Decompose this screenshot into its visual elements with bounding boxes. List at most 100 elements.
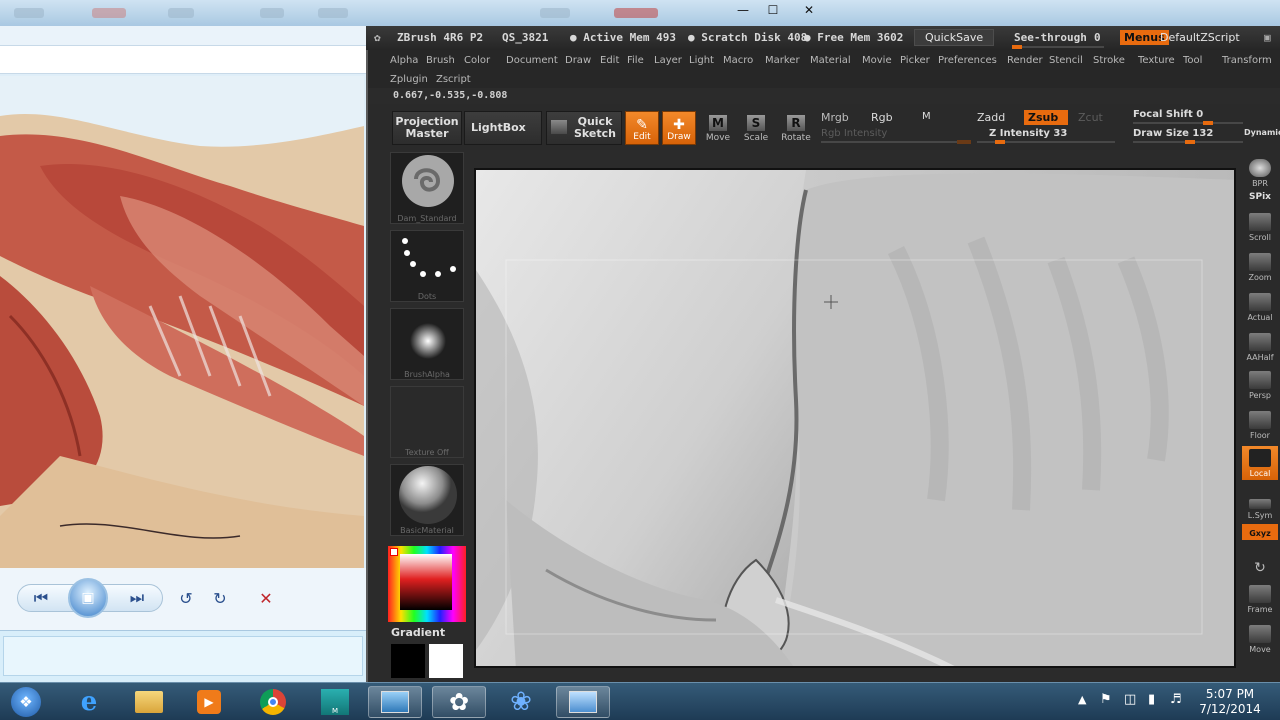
menu-item-tool[interactable]: Tool <box>1183 55 1202 66</box>
menu-item-stroke[interactable]: Stroke <box>1093 55 1125 66</box>
menu-item-material[interactable]: Material <box>810 55 851 66</box>
next-icon[interactable]: ⏭ <box>126 588 148 608</box>
previous-icon[interactable]: ⏮ <box>30 588 52 608</box>
material-selector[interactable]: BasicMaterial <box>390 464 464 536</box>
taskbar-maya[interactable]: M <box>308 686 362 718</box>
rotate-axis-button[interactable]: ↻ <box>1242 542 1278 578</box>
see-through-label[interactable]: See-through <box>1014 31 1087 44</box>
menu-item-macro[interactable]: Macro <box>723 55 753 66</box>
mrgb-button[interactable]: Mrgb <box>821 111 849 124</box>
see-through-slider[interactable] <box>1012 45 1104 49</box>
menu-item-edit[interactable]: Edit <box>600 55 619 66</box>
bpr-label: BPR <box>1252 179 1268 188</box>
menu-item-movie[interactable]: Movie <box>862 55 892 66</box>
local-button[interactable]: Local <box>1242 446 1278 480</box>
menu-item-light[interactable]: Light <box>689 55 714 66</box>
default-zscript-button[interactable]: DefaultZScript <box>1160 31 1240 44</box>
gradient-label[interactable]: Gradient <box>391 626 445 639</box>
scroll-button[interactable]: Scroll <box>1242 208 1278 244</box>
rotate-right-icon[interactable]: ↻ <box>210 588 230 608</box>
texture-selector[interactable]: Texture Off <box>390 386 464 458</box>
move-view-button[interactable]: Move <box>1242 620 1278 656</box>
secondary-color-swatch[interactable] <box>391 644 425 678</box>
bpr-button[interactable]: BPR <box>1242 154 1278 190</box>
flag-icon[interactable]: ⚑ <box>1100 692 1112 707</box>
rgb-intensity-slider[interactable]: Rgb Intensity <box>821 128 887 139</box>
lightbox-button[interactable]: LightBox <box>464 111 542 145</box>
taskbar-control-panel[interactable] <box>556 686 610 718</box>
rotate-left-icon[interactable]: ↺ <box>176 588 196 608</box>
taskbar-photo-viewer[interactable] <box>368 686 422 718</box>
slideshow-button[interactable]: ▣ <box>68 578 108 618</box>
quicksave-button[interactable]: QuickSave <box>914 29 995 46</box>
floor-button[interactable]: Floor <box>1242 406 1278 442</box>
rotate-button[interactable]: R Rotate <box>778 111 814 145</box>
taskbar-app-flower[interactable]: ❀ <box>494 686 548 718</box>
menu-item-preferences[interactable]: Preferences <box>938 55 997 66</box>
lsym-button[interactable]: L.Sym <box>1242 486 1278 522</box>
menu-item-color[interactable]: Color <box>464 55 490 66</box>
frame-button[interactable]: Frame <box>1242 580 1278 616</box>
menu-item-render[interactable]: Render <box>1007 55 1043 66</box>
menu-item-picker[interactable]: Picker <box>900 55 930 66</box>
quick-sketch-icon <box>551 120 567 134</box>
volume-icon[interactable]: ♬ <box>1170 692 1182 707</box>
aahalf-button[interactable]: AAHalf <box>1242 328 1278 364</box>
color-square[interactable] <box>400 554 452 610</box>
primary-color-swatch[interactable] <box>429 644 463 678</box>
taskbar-explorer[interactable] <box>122 686 176 718</box>
show-hidden-icons[interactable]: ▲ <box>1078 693 1086 706</box>
taskbar-chrome[interactable] <box>246 686 300 718</box>
color-picker[interactable] <box>388 546 466 622</box>
menu-item-file[interactable]: File <box>627 55 644 66</box>
menu-item-texture[interactable]: Texture <box>1138 55 1175 66</box>
rgb-button[interactable]: Rgb <box>871 111 893 124</box>
brush-selector[interactable]: Dam_Standard <box>390 152 464 224</box>
menu-item-transform[interactable]: Transform <box>1222 55 1272 66</box>
stroke-selector[interactable]: Dots <box>390 230 464 302</box>
zsub-button[interactable]: Zsub <box>1024 110 1069 125</box>
taskbar-ie[interactable]: e <box>62 686 116 718</box>
menu-item-zplugin[interactable]: Zplugin <box>390 74 428 85</box>
draw-size-slider[interactable]: Draw Size 132 <box>1133 128 1213 139</box>
move-button[interactable]: M Move <box>700 111 736 145</box>
spix-button[interactable]: SPix <box>1242 188 1278 204</box>
system-clock[interactable]: 5:07 PM 7/12/2014 <box>1188 687 1272 717</box>
sculpt-viewport[interactable] <box>474 168 1236 668</box>
delete-icon[interactable]: ✕ <box>256 588 276 608</box>
device-icon[interactable]: ◫ <box>1124 692 1136 707</box>
menu-item-zscript[interactable]: Zscript <box>436 74 471 85</box>
zoom-button[interactable]: Zoom <box>1242 248 1278 284</box>
menu-item-alpha[interactable]: Alpha <box>390 55 418 66</box>
maximize-icon[interactable]: ☐ <box>758 0 788 20</box>
actual-button[interactable]: Actual <box>1242 288 1278 324</box>
alpha-selector[interactable]: BrushAlpha <box>390 308 464 380</box>
m-button[interactable]: M <box>922 111 931 122</box>
start-button[interactable]: ❖ <box>2 686 50 718</box>
lsym-label: L.Sym <box>1247 511 1273 520</box>
menu-item-document[interactable]: Document <box>506 55 558 66</box>
menu-item-brush[interactable]: Brush <box>426 55 455 66</box>
zcut-button[interactable]: Zcut <box>1078 111 1103 124</box>
z-intensity-slider[interactable]: Z Intensity 33 <box>989 128 1067 139</box>
menu-item-layer[interactable]: Layer <box>654 55 682 66</box>
xyz-button[interactable]: Gxyz <box>1242 524 1278 540</box>
dynamic-button[interactable]: Dynamic <box>1244 128 1280 137</box>
zadd-button[interactable]: Zadd <box>977 111 1005 124</box>
menu-item-marker[interactable]: Marker <box>765 55 800 66</box>
draw-button[interactable]: ✚ Draw <box>662 111 696 145</box>
menu-item-draw[interactable]: Draw <box>565 55 591 66</box>
minimize-icon[interactable]: — <box>728 0 758 20</box>
taskbar-zbrush[interactable]: ✿ <box>432 686 486 718</box>
projection-master-button[interactable]: Projection Master <box>392 111 462 145</box>
menu-item-stencil[interactable]: Stencil <box>1049 55 1083 66</box>
edit-button[interactable]: ✎ Edit <box>625 111 659 145</box>
taskbar-media-player[interactable]: ▶ <box>182 686 236 718</box>
persp-button[interactable]: Persp <box>1242 366 1278 402</box>
focal-shift-slider[interactable]: Focal Shift 0 <box>1133 109 1203 120</box>
close-icon[interactable]: ✕ <box>788 0 830 20</box>
scale-button[interactable]: S Scale <box>738 111 774 145</box>
quick-sketch-button[interactable]: Quick Sketch <box>546 111 622 145</box>
window-menu-icon[interactable]: ▣ <box>1264 31 1271 44</box>
network-icon[interactable]: ▮ <box>1148 692 1155 707</box>
